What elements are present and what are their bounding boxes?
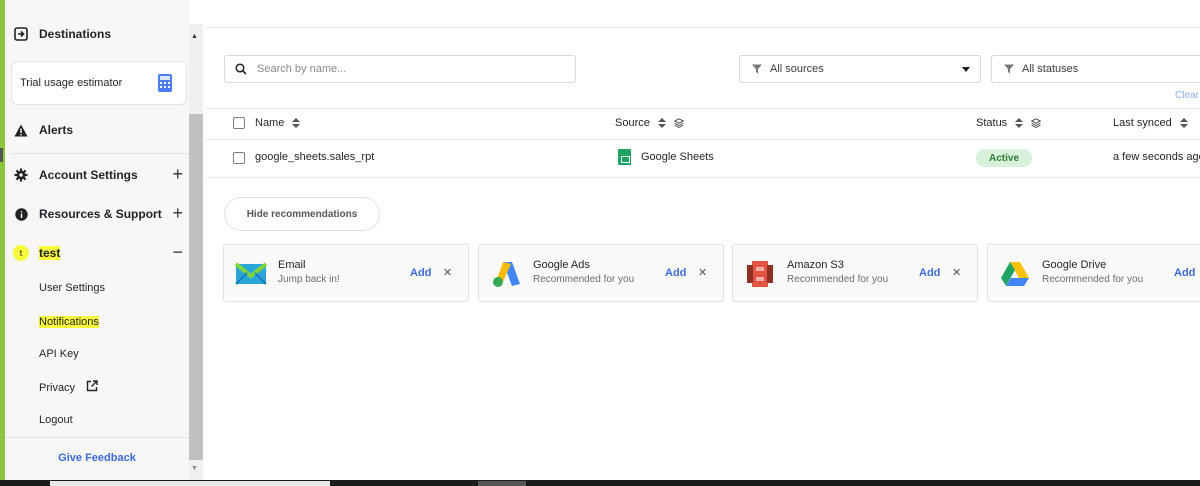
search-input[interactable]: Search by name...	[224, 55, 576, 83]
statuses-filter-select[interactable]: All statuses	[991, 55, 1200, 83]
column-header-label: Last synced	[1113, 117, 1172, 129]
recommendation-title: Google Ads	[533, 259, 590, 271]
search-icon	[235, 63, 247, 75]
amazon-s3-icon	[747, 261, 773, 287]
google-sheets-icon	[618, 149, 631, 165]
recommendation-card-google-ads[interactable]: Google Ads Recommended for you Add ✕	[478, 244, 724, 302]
column-header-label: Source	[615, 117, 650, 129]
google-ads-icon	[493, 262, 520, 287]
recommendation-subtitle: Jump back in!	[278, 274, 340, 285]
sidebar-item-alerts[interactable]: Alerts	[5, 111, 189, 149]
calculator-icon	[158, 74, 172, 92]
clear-filters-link[interactable]: Clear	[1175, 90, 1199, 101]
app-window: Destinations Trial usage estimator Alert…	[0, 0, 1200, 486]
table-cell-source: Google Sheets	[641, 151, 714, 163]
give-feedback-link[interactable]: Give Feedback	[5, 452, 189, 464]
destination-icon	[13, 26, 29, 42]
column-header-label: Status	[976, 117, 1008, 129]
recommendation-card-email[interactable]: Email Jump back in! Add ✕	[223, 244, 469, 302]
sidebar-scrollbar-thumb[interactable]	[189, 114, 203, 460]
close-icon[interactable]: ✕	[952, 266, 961, 279]
recommendation-card-amazon-s3[interactable]: Amazon S3 Recommended for you Add ✕	[732, 244, 978, 302]
frame-marker	[0, 148, 3, 162]
search-placeholder: Search by name...	[257, 63, 347, 75]
sidebar-item-label: Resources & Support	[39, 207, 162, 221]
sort-icon[interactable]	[292, 118, 301, 128]
taskbar-item[interactable]	[478, 481, 526, 486]
add-button[interactable]: Add	[665, 267, 686, 279]
sort-icon[interactable]	[657, 118, 666, 128]
sidebar-divider	[11, 153, 189, 154]
column-header-source[interactable]: Source	[615, 117, 684, 129]
sources-filter-value: All sources	[770, 63, 824, 75]
sidebar-item-label: Destinations	[39, 27, 112, 41]
layers-icon[interactable]	[1031, 118, 1042, 128]
google-drive-icon	[1001, 262, 1029, 286]
recommendation-card-google-drive[interactable]: Google Drive Recommended for you Add	[987, 244, 1200, 302]
recommendation-title: Amazon S3	[787, 259, 844, 271]
select-all-checkbox[interactable]	[233, 117, 245, 129]
sidebar-item-account-settings[interactable]: Account Settings +	[5, 156, 189, 194]
table-cell-name[interactable]: google_sheets.sales_rpt	[255, 151, 374, 163]
table-header	[205, 108, 1200, 140]
sidebar-item-user-test[interactable]: t test −	[5, 234, 189, 272]
trial-usage-estimator-card[interactable]: Trial usage estimator	[11, 61, 187, 105]
column-header-status[interactable]: Status	[976, 117, 1042, 129]
sidebar-subitem-user-settings[interactable]: User Settings	[39, 282, 105, 294]
column-header-name[interactable]: Name	[255, 117, 301, 129]
sort-icon[interactable]	[1179, 118, 1188, 128]
sidebar-subitem-notifications[interactable]: Notifications	[39, 316, 99, 328]
hide-recommendations-button[interactable]: Hide recommendations	[224, 197, 380, 231]
warning-icon	[13, 122, 29, 138]
recommendation-subtitle: Recommended for you	[1042, 274, 1144, 285]
close-icon[interactable]: ✕	[443, 266, 452, 279]
trial-usage-label: Trial usage estimator	[20, 77, 123, 89]
recommendation-title: Email	[278, 259, 306, 271]
sidebar-item-label: Alerts	[39, 123, 74, 137]
sources-filter-select[interactable]: All sources	[739, 55, 981, 83]
sidebar: Destinations Trial usage estimator Alert…	[5, 0, 189, 480]
sidebar-subitem-api-key[interactable]: API Key	[39, 348, 79, 360]
main-header-strip	[205, 0, 1200, 28]
privacy-label: Privacy	[39, 382, 76, 394]
expand-plus-icon[interactable]: +	[172, 165, 183, 183]
email-icon	[235, 262, 267, 285]
collapse-minus-icon[interactable]: −	[172, 243, 183, 261]
gear-icon	[13, 167, 29, 183]
recommendation-subtitle: Recommended for you	[787, 274, 889, 285]
recommendation-subtitle: Recommended for you	[533, 274, 635, 285]
recommendation-title: Google Drive	[1042, 259, 1107, 271]
info-icon	[13, 206, 29, 222]
row-divider	[205, 177, 1200, 178]
sidebar-divider	[5, 437, 189, 438]
expand-plus-icon[interactable]: +	[172, 204, 183, 222]
avatar: t	[13, 245, 29, 261]
row-checkbox[interactable]	[233, 152, 245, 164]
close-icon[interactable]: ✕	[698, 266, 707, 279]
add-button[interactable]: Add	[410, 267, 431, 279]
filter-icon	[1004, 64, 1014, 74]
statuses-filter-value: All statuses	[1022, 63, 1079, 75]
sidebar-item-label: Account Settings	[39, 168, 138, 182]
sidebar-subitem-logout[interactable]: Logout	[39, 414, 73, 426]
add-button[interactable]: Add	[1174, 267, 1195, 279]
status-badge: Active	[976, 149, 1032, 167]
sidebar-item-label: test	[39, 246, 61, 260]
table-cell-last-synced: a few seconds ago	[1113, 151, 1200, 163]
layers-icon[interactable]	[673, 118, 684, 128]
sidebar-item-resources-support[interactable]: Resources & Support +	[5, 195, 189, 233]
filter-icon	[752, 64, 762, 74]
scroll-up-arrow-icon[interactable]: ▲	[191, 33, 198, 40]
chevron-down-icon	[962, 67, 970, 72]
sidebar-item-destinations[interactable]: Destinations	[5, 15, 189, 53]
external-link-icon	[86, 380, 98, 392]
taskbar-item[interactable]	[50, 481, 330, 486]
sidebar-subitem-privacy[interactable]: Privacy	[39, 380, 98, 394]
column-header-last-synced[interactable]: Last synced	[1113, 117, 1188, 129]
sort-icon[interactable]	[1015, 118, 1024, 128]
scroll-down-arrow-icon[interactable]: ▼	[191, 465, 198, 472]
column-header-label: Name	[255, 117, 285, 129]
add-button[interactable]: Add	[919, 267, 940, 279]
